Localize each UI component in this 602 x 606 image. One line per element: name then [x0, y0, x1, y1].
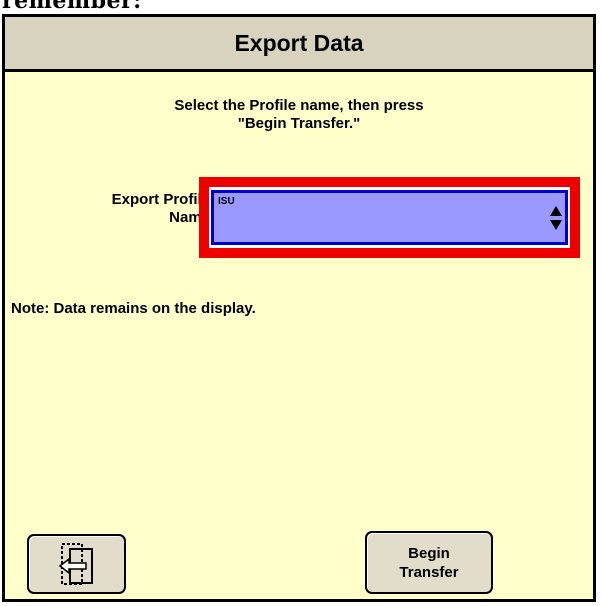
export-profile-value: ISU [218, 196, 235, 207]
begin-transfer-button[interactable]: Begin Transfer [365, 531, 493, 594]
up-down-arrows-icon[interactable] [549, 205, 563, 231]
note-text: Note: Data remains on the display. [11, 300, 256, 317]
export-profile-label: Export Profile Name [111, 191, 210, 226]
instruction-text: Select the Profile name, then press "Beg… [174, 97, 424, 132]
window-title: Export Data [234, 29, 364, 56]
back-button[interactable] [27, 534, 126, 594]
highlight-frame: ISU [199, 177, 580, 258]
page-header-text: remember: [2, 0, 142, 14]
export-data-window: Export Data Select the Profile name, the… [2, 14, 596, 602]
export-profile-dropdown[interactable]: ISU [211, 190, 568, 245]
exit-door-icon [58, 543, 93, 585]
title-bar: Export Data [5, 17, 593, 72]
page-header-fragment: remember: [0, 0, 602, 14]
